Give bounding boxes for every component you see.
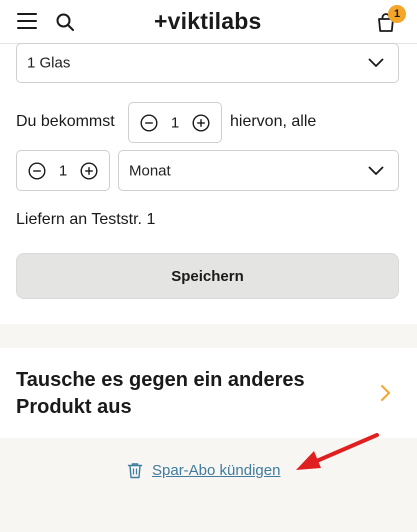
- search-icon[interactable]: [55, 12, 75, 32]
- minus-circle-icon[interactable]: [28, 161, 46, 180]
- swap-product-row[interactable]: Tausche es gegen ein anderes Produkt aus: [0, 348, 417, 438]
- cancel-subscription-link[interactable]: Spar-Abo kündigen: [127, 462, 280, 479]
- cart-count-badge: 1: [388, 5, 406, 23]
- delivery-address-text: Liefern an Teststr. 1: [16, 211, 156, 228]
- quantity-value[interactable]: 1: [171, 114, 179, 131]
- chevron-right-icon: [381, 385, 390, 401]
- interval-unit-select[interactable]: Monat: [118, 150, 399, 191]
- top-header: +viktilabs 1: [0, 0, 417, 44]
- swap-product-title: Tausche es gegen ein anderes Produkt aus: [16, 369, 305, 418]
- menu-icon[interactable]: [17, 13, 37, 30]
- interval-value[interactable]: 1: [59, 162, 67, 179]
- plus-circle-icon[interactable]: [192, 113, 210, 132]
- interval-unit-value: Monat: [129, 162, 171, 179]
- minus-circle-icon[interactable]: [140, 113, 158, 132]
- plus-circle-icon[interactable]: [80, 161, 98, 180]
- quantity-prefix-label: Du bekommst: [16, 113, 115, 130]
- cancel-subscription-label: Spar-Abo kündigen: [152, 462, 281, 479]
- brand-logo[interactable]: +viktilabs: [154, 8, 261, 35]
- interval-stepper: 1: [16, 150, 110, 191]
- annotation-arrow-icon: [296, 433, 379, 470]
- size-select-value: 1 Glas: [27, 54, 71, 72]
- size-select[interactable]: 1 Glas: [16, 43, 399, 83]
- quantity-suffix-label: hiervon, alle: [230, 113, 317, 130]
- quantity-stepper: 1: [128, 102, 222, 143]
- save-button[interactable]: Speichern: [16, 253, 399, 299]
- trash-icon: [127, 463, 143, 479]
- chevron-down-icon: [368, 166, 384, 175]
- section-divider: [0, 324, 417, 348]
- chevron-down-icon: [368, 58, 384, 67]
